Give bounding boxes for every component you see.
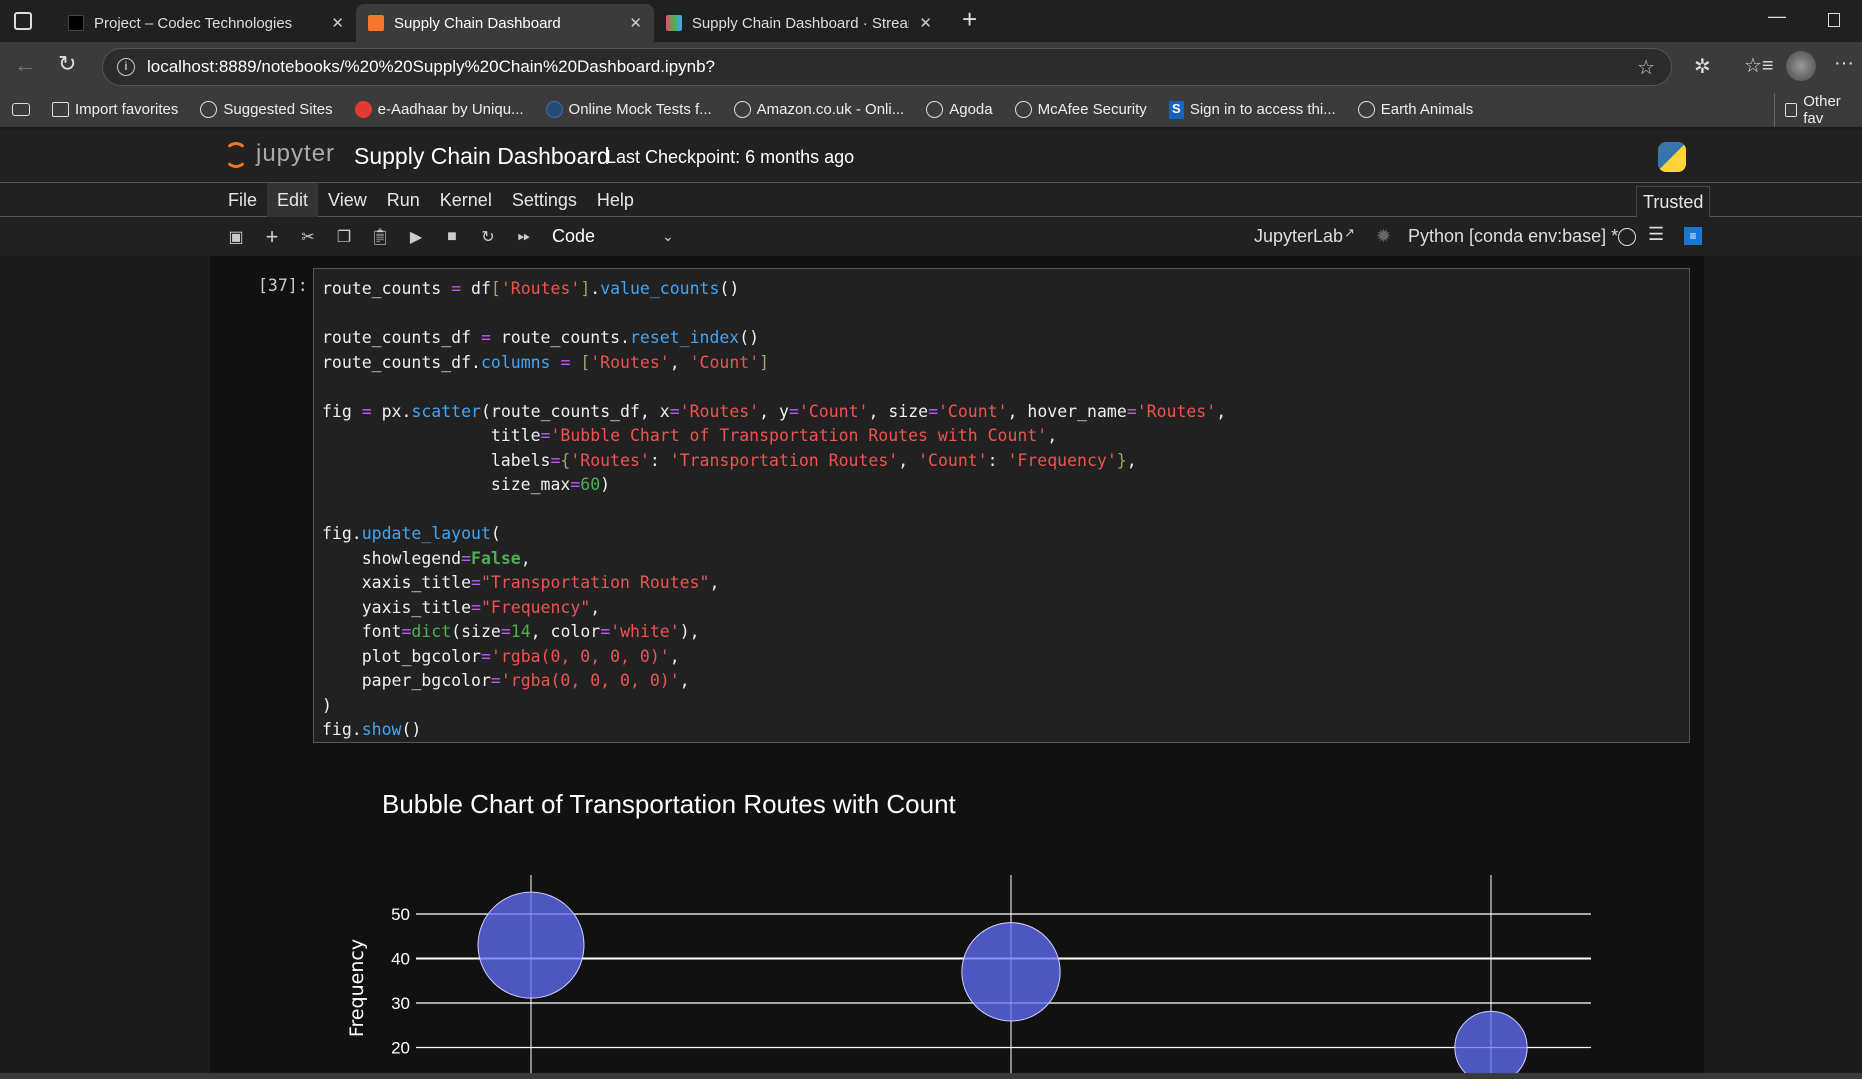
bubble-point [961, 922, 1061, 1022]
y-tick-label: 50 [391, 905, 410, 924]
bubble-point [477, 891, 585, 999]
y-tick-label: 40 [391, 950, 410, 969]
bubble-point [1454, 1010, 1528, 1073]
bubble-chart: Bubble Chart of Transportation Routes wi… [346, 789, 1591, 1073]
y-tick-label: 30 [391, 994, 410, 1013]
y-tick-label: 20 [391, 1039, 410, 1058]
chart-title: Bubble Chart of Transportation Routes wi… [382, 789, 957, 819]
horizontal-scrollbar[interactable] [0, 1073, 1862, 1079]
y-axis-title: Frequency [346, 939, 368, 1037]
